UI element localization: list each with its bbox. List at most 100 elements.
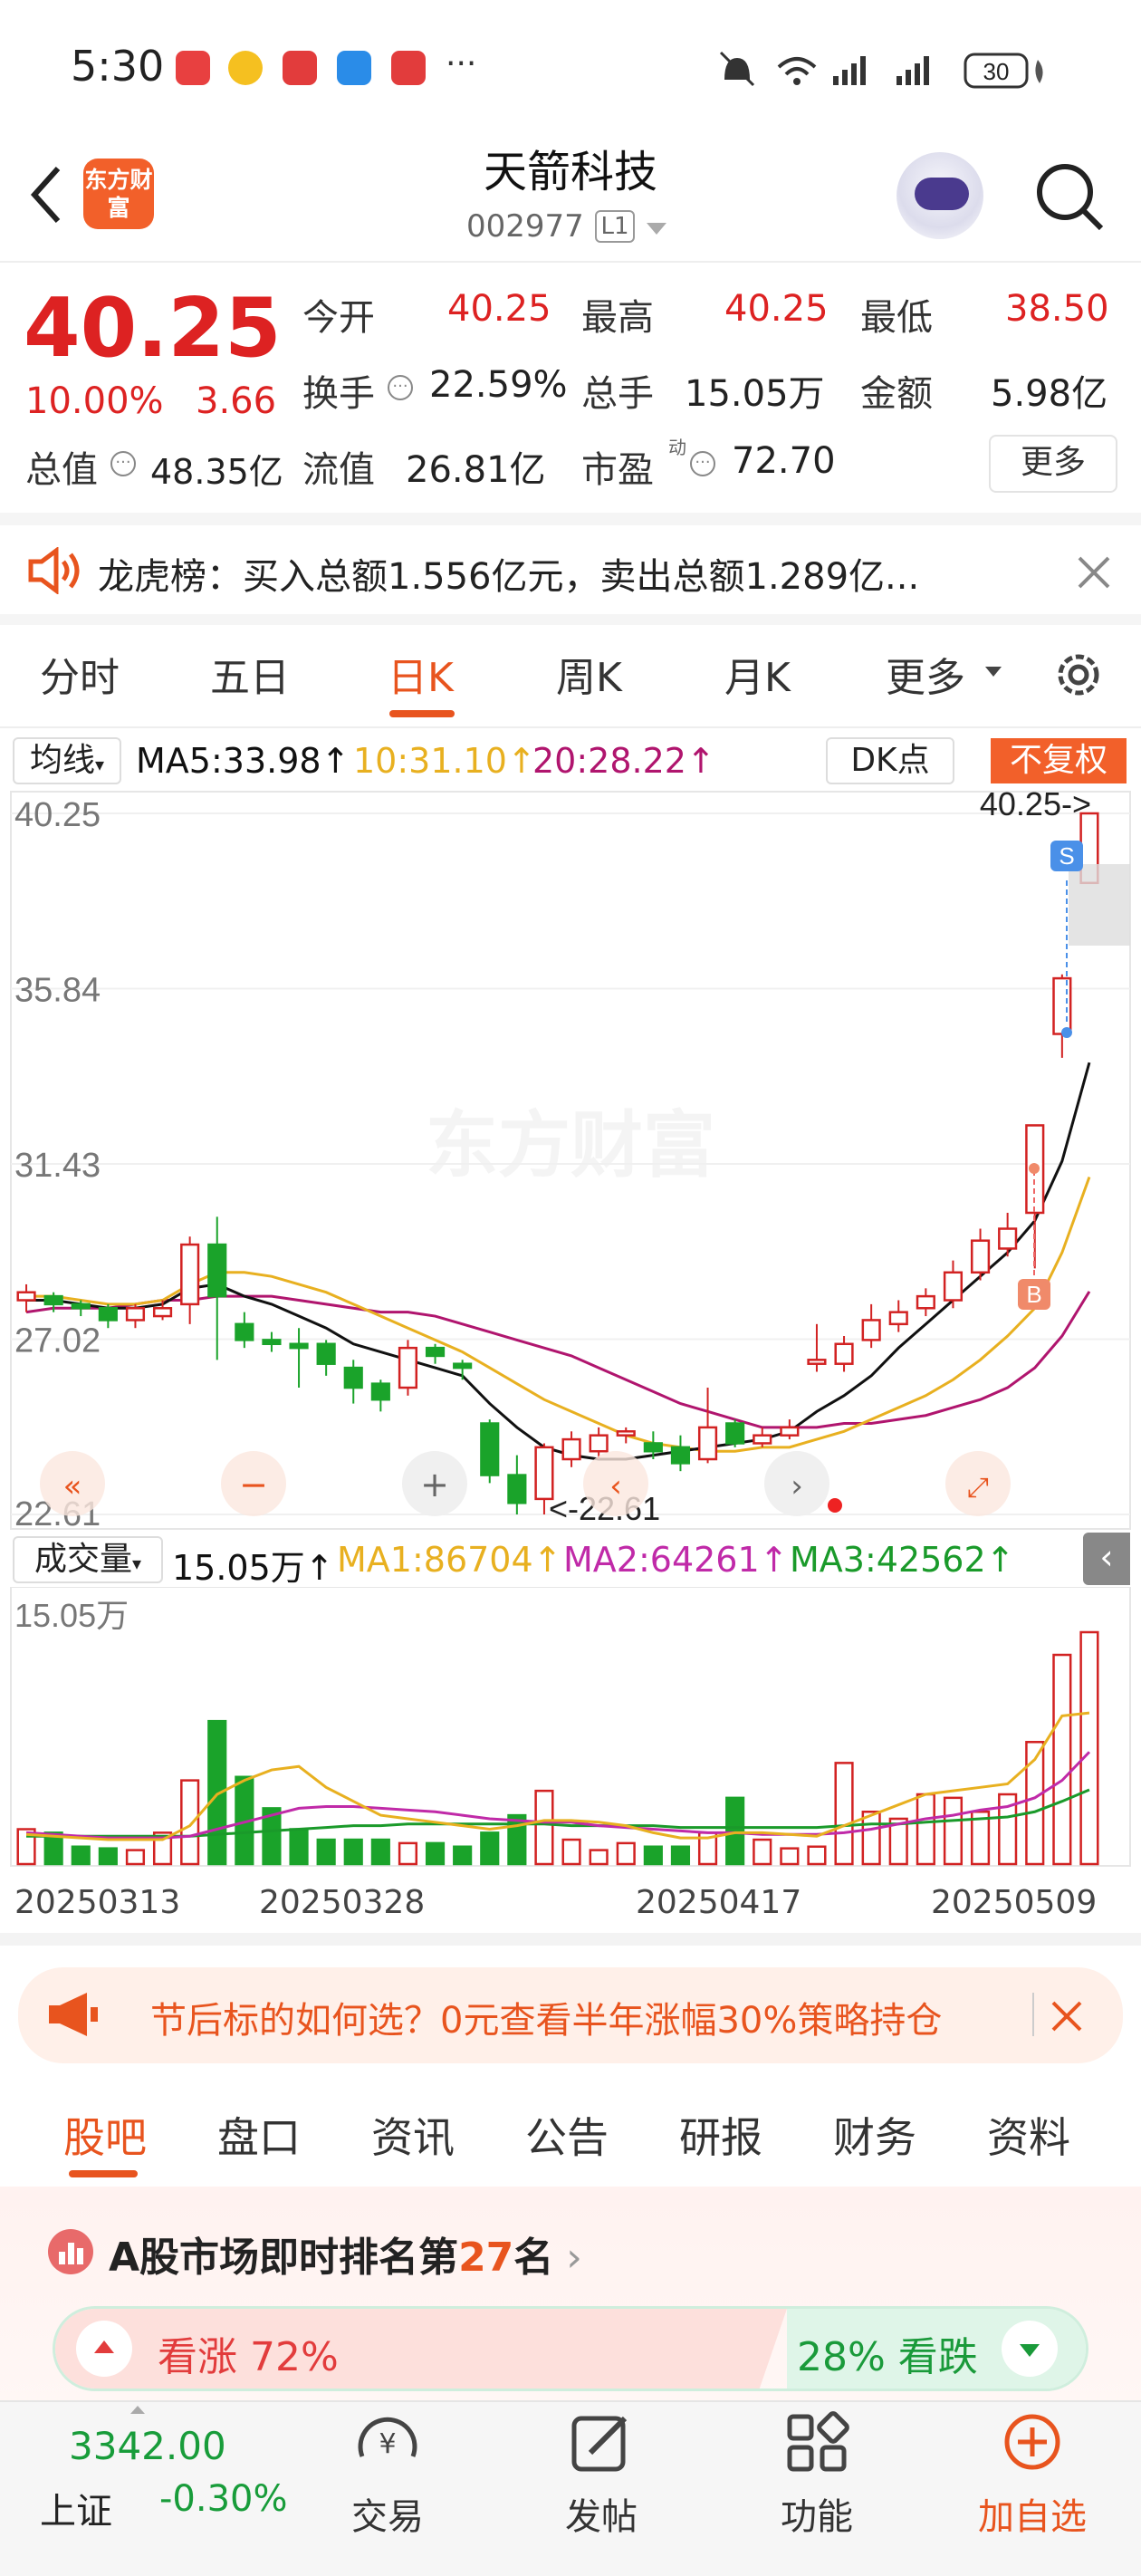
index-value[interactable]: 3342.00 <box>69 2424 226 2468</box>
low-value: 38.50 <box>1005 288 1109 330</box>
more-button[interactable]: 更多 <box>989 435 1117 493</box>
gear-icon[interactable] <box>1050 647 1107 703</box>
kline-chart[interactable]: 东方财富 40.2535.8431.4327.0222.61 40.25-> <… <box>0 790 1141 1533</box>
volume-bar <box>370 1838 390 1866</box>
volume-bar <box>480 1831 500 1866</box>
level-badge[interactable]: L1 <box>595 210 635 243</box>
dragon-tiger-notice[interactable]: 龙虎榜：买入总额1.556亿元，卖出总额1.289亿... <box>98 547 919 600</box>
tab-pankou[interactable]: 盘口 <box>217 2105 301 2165</box>
volume-bar <box>453 1845 473 1866</box>
stock-code: 002977 <box>466 208 584 245</box>
market-rank[interactable]: A股市场即时排名第27名 › <box>109 2225 582 2283</box>
volume-bar <box>71 1845 91 1866</box>
post-button-label[interactable]: 发帖 <box>529 2487 674 2540</box>
trade-icon[interactable]: ¥ <box>353 2411 422 2475</box>
x-label-4: 20250509 <box>931 1884 1098 1921</box>
divider <box>1032 1993 1034 2036</box>
dk-points-button[interactable]: DK点 <box>826 737 954 784</box>
zoom-in-button: + <box>402 1451 467 1516</box>
index-name[interactable]: 上证 <box>40 2482 112 2534</box>
megaphone-icon <box>49 1993 98 2036</box>
volume-bar <box>834 1762 854 1866</box>
close-icon[interactable] <box>1050 2000 1083 2033</box>
ma-selector-label: 均线 <box>29 742 95 779</box>
tab-more[interactable]: 更多 <box>886 645 965 703</box>
candle-body <box>1052 976 1072 1035</box>
divider <box>0 261 1141 263</box>
buy-dot <box>1029 1163 1040 1174</box>
arrow-up-icon <box>94 2341 114 2353</box>
tab-weekly-k[interactable]: 周K <box>556 645 622 703</box>
info-icon[interactable]: ··· <box>690 451 715 476</box>
volume-bar <box>98 1847 118 1866</box>
candle-body <box>807 1359 827 1365</box>
tab-news[interactable]: 资讯 <box>371 2105 455 2165</box>
scroll-left-button: ‹ <box>583 1451 648 1516</box>
pe-dynamic-mark: 动 <box>668 437 686 458</box>
tab-five-day[interactable]: 五日 <box>210 645 290 703</box>
volume-bar <box>289 1828 309 1866</box>
volume-bar <box>589 1849 609 1866</box>
add-watchlist-icon[interactable] <box>1002 2411 1063 2473</box>
adjust-button[interactable]: 不复权 <box>991 738 1127 783</box>
chevron-down-icon[interactable] <box>647 223 666 235</box>
high-value: 40.25 <box>724 288 829 330</box>
candle-body <box>262 1339 282 1346</box>
tab-intraday[interactable]: 分时 <box>40 645 120 703</box>
post-icon[interactable] <box>569 2411 636 2475</box>
tab-guba[interactable]: 股吧 <box>63 2105 147 2165</box>
indicator-selector[interactable]: 成交量▾ <box>13 1536 163 1583</box>
functions-icon[interactable] <box>784 2411 851 2475</box>
tab-announcements[interactable]: 公告 <box>525 2105 609 2165</box>
candle-body <box>780 1426 800 1437</box>
tab-profile[interactable]: 资料 <box>987 2105 1070 2165</box>
minus-icon: − <box>239 1465 268 1504</box>
divider <box>0 726 1141 728</box>
trade-button-label[interactable]: 交易 <box>315 2487 460 2540</box>
candle-body <box>916 1294 935 1310</box>
chevron-down-icon: ▾ <box>131 1552 142 1574</box>
chevron-up-icon[interactable] <box>130 2406 145 2414</box>
more-notifications-icon: ··· <box>446 45 477 82</box>
panel-collapse-button[interactable]: ‹ <box>1083 1533 1130 1585</box>
tab-research[interactable]: 研报 <box>679 2105 762 2165</box>
x-label-2: 20250328 <box>259 1884 426 1921</box>
volume-bar <box>807 1845 827 1866</box>
ad-text[interactable]: 节后标的如何选？0元查看半年涨幅30%策略持仓 <box>150 1991 1011 2043</box>
index-change[interactable]: -0.30% <box>159 2478 288 2520</box>
info-icon[interactable]: ··· <box>110 451 136 476</box>
plus-icon: + <box>420 1465 449 1504</box>
tab-monthly-k[interactable]: 月K <box>724 645 791 703</box>
candle-body <box>125 1307 146 1322</box>
close-icon[interactable] <box>1076 554 1112 591</box>
high-marker: 40.25-> <box>980 790 1091 822</box>
sell-dot <box>1061 1027 1072 1038</box>
search-icon[interactable] <box>1032 159 1105 232</box>
scroll-left-fast-button: « <box>40 1451 105 1516</box>
volume-bar <box>1079 1630 1099 1866</box>
volume-chart[interactable]: 15.05万 <box>0 1587 1141 1886</box>
info-icon[interactable]: ··· <box>388 375 413 400</box>
tab-daily-k[interactable]: 日K <box>388 645 454 703</box>
y-axis-label: 27.02 <box>14 1322 101 1360</box>
divider <box>0 1933 1141 1946</box>
chevron-right-icon: › <box>791 1468 803 1504</box>
svg-text:¥: ¥ <box>379 2428 396 2460</box>
candle-body <box>453 1362 473 1370</box>
scroll-handle <box>1069 864 1130 946</box>
ma-selector[interactable]: 均线▾ <box>13 737 121 784</box>
app-notification-icon <box>176 51 210 85</box>
indicator-selector-label: 成交量 <box>34 1541 132 1578</box>
y-axis-label: 31.43 <box>14 1147 101 1185</box>
open-label: 今开 <box>302 297 375 339</box>
functions-button-label[interactable]: 功能 <box>744 2487 889 2540</box>
mktcap-value: 48.35亿 <box>150 452 283 492</box>
chevron-right-icon: › <box>553 2235 582 2281</box>
arrow-down-icon <box>1020 2344 1040 2357</box>
amount-label: 金额 <box>860 373 933 415</box>
add-watchlist-label[interactable]: 加自选 <box>960 2487 1105 2540</box>
rank-suffix: 名 <box>513 2235 554 2281</box>
volume-bar <box>561 1838 581 1866</box>
tab-finance[interactable]: 财务 <box>833 2105 916 2165</box>
ma5-value: MA5:33.98↑ <box>136 741 350 781</box>
